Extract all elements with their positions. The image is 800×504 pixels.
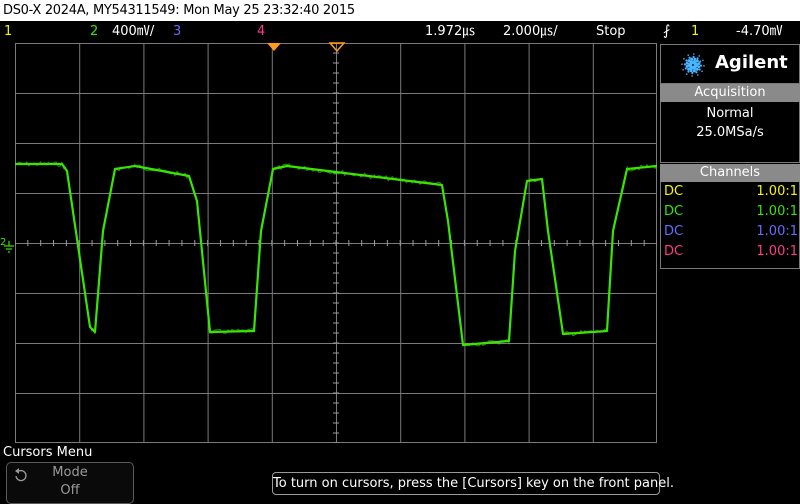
channel-3-coupling: DC bbox=[664, 224, 684, 239]
trigger-edge-icon: ⨏ bbox=[663, 23, 671, 39]
acquisition-mode: Normal bbox=[706, 106, 754, 121]
status-line: 1 2 400㎷/ 3 4 1.972㎲ 2.000㎲/ Stop ⨏ 1 -4… bbox=[0, 21, 800, 42]
acquisition-panel: Normal 25.0MSa/s bbox=[660, 102, 800, 163]
channel-3-probe: 1.00:1 bbox=[756, 224, 798, 239]
run-state: Stop bbox=[596, 24, 626, 39]
channel-3-indicator[interactable]: 3 bbox=[173, 21, 181, 42]
channel-2-coupling: DC bbox=[664, 204, 684, 219]
brand-name: Agilent bbox=[715, 52, 788, 73]
waveform-display[interactable] bbox=[14, 42, 658, 444]
channel-1-probe: 1.00:1 bbox=[756, 184, 798, 199]
channel-1-indicator[interactable]: 1 bbox=[4, 21, 12, 42]
sample-rate: 25.0MSa/s bbox=[696, 125, 764, 140]
time-delay: 1.972㎲ bbox=[425, 24, 476, 39]
trigger-channel: 1 bbox=[691, 24, 700, 39]
channels-panel: DC 1.00:1 DC 1.00:1 DC 1.00:1 DC 1.00:1 bbox=[660, 182, 800, 269]
channels-header[interactable]: Channels bbox=[660, 164, 800, 182]
channel-2-probe: 1.00:1 bbox=[756, 204, 798, 219]
trigger-position-marker bbox=[329, 42, 345, 52]
channel-2-indicator[interactable]: 2 bbox=[90, 21, 98, 42]
window-title-bar: DS0-X 2024A, MY54311549: Mon May 25 23:3… bbox=[0, 0, 800, 21]
softkey-value: Off bbox=[60, 483, 80, 498]
channel-2-ground-marker[interactable]: 2 bbox=[0, 237, 15, 253]
channel-4-coupling: DC bbox=[664, 244, 684, 259]
time-reference-marker bbox=[267, 43, 281, 51]
channel-4-indicator[interactable]: 4 bbox=[257, 21, 265, 42]
acquisition-header[interactable]: Acquisition bbox=[660, 84, 800, 102]
channel-1-coupling: DC bbox=[664, 184, 684, 199]
channel-4-probe: 1.00:1 bbox=[756, 244, 798, 259]
channel-2-scale: 400㎷/ bbox=[112, 24, 155, 39]
window-title: DS0-X 2024A, MY54311549: Mon May 25 23:3… bbox=[3, 3, 355, 18]
graticule bbox=[14, 42, 658, 444]
softkey-label: Mode bbox=[52, 465, 88, 480]
mode-softkey[interactable]: Mode Off bbox=[6, 462, 134, 504]
menu-title: Cursors Menu bbox=[3, 445, 93, 460]
info-message: To turn on cursors, press the [Cursors] … bbox=[272, 472, 674, 495]
time-scale: 2.000㎲/ bbox=[503, 24, 558, 39]
side-panel: Agilent Acquisition Normal 25.0MSa/s Cha… bbox=[660, 42, 800, 272]
trigger-level: -4.70㎷ bbox=[736, 24, 783, 39]
ground-icon bbox=[4, 241, 14, 253]
brand-box: Agilent bbox=[660, 44, 800, 84]
agilent-spark-icon bbox=[681, 53, 705, 77]
